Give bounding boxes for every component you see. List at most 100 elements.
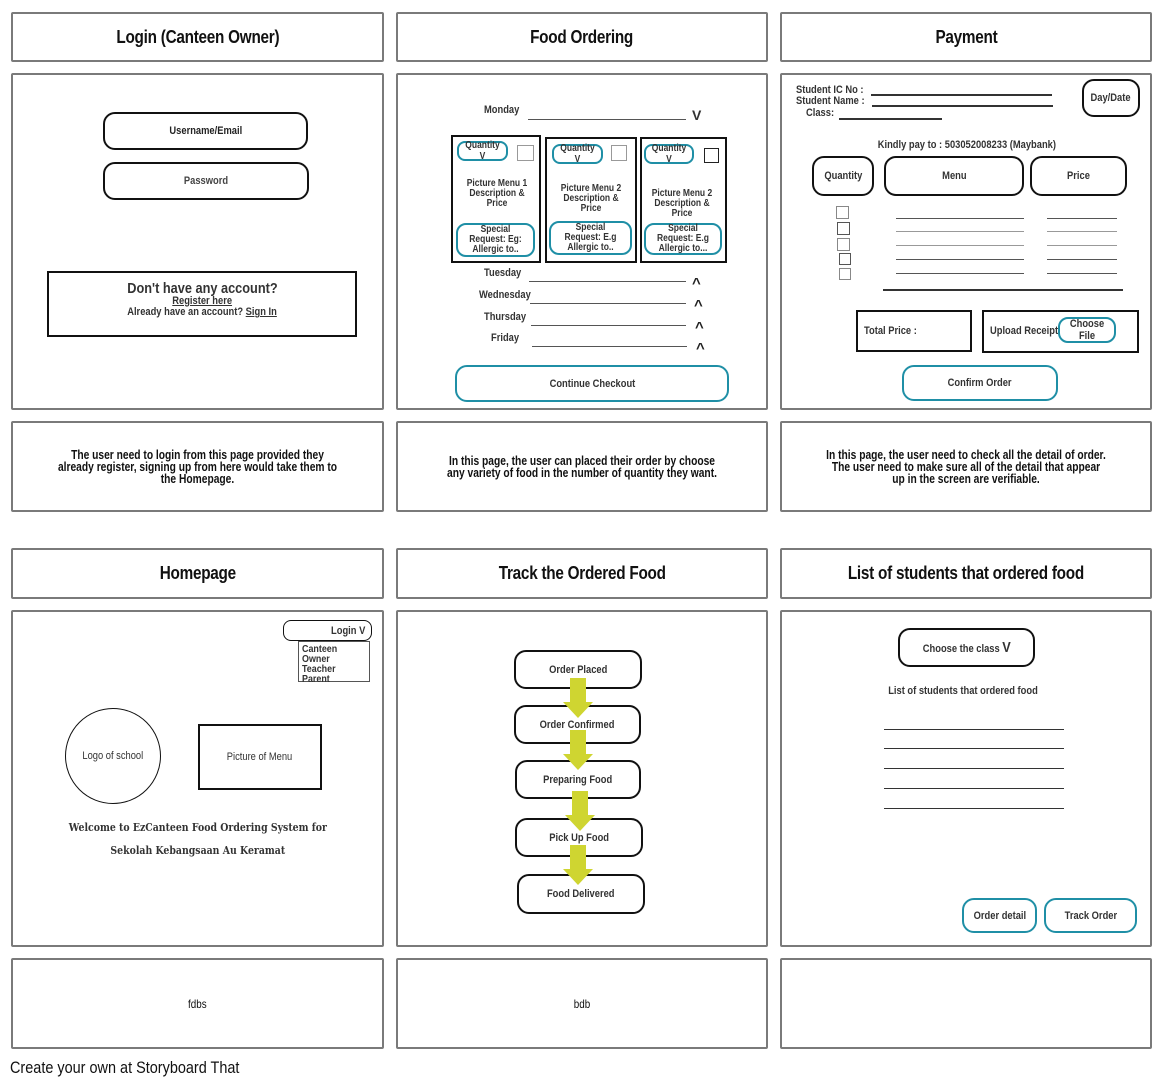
student-ic-input[interactable] — [871, 94, 1052, 96]
quantity-dropdown[interactable]: Quantity V — [457, 140, 508, 162]
order-detail-label: Order detail — [973, 909, 1026, 922]
column-header-label: Quantity — [824, 170, 862, 182]
panel-title-text: List of students that ordered food — [847, 563, 1085, 583]
special-request-placeholder: Special Request: E.g Allergic to... — [657, 223, 709, 254]
column-header-price: Price — [1030, 156, 1127, 196]
menu-checkbox[interactable] — [704, 148, 719, 163]
status-step-label: Preparing Food — [543, 773, 613, 786]
track-order-button[interactable]: Track Order — [1044, 898, 1137, 933]
no-account-text: Don't have any account? — [126, 280, 278, 297]
day-input-monday[interactable] — [528, 119, 686, 120]
password-field[interactable]: Password — [103, 162, 309, 200]
menu-description: Picture Menu 1 Description & Price — [455, 179, 539, 209]
chevron-down-icon[interactable]: V — [692, 107, 701, 123]
panel-description: In this page, the user need to check all… — [780, 421, 1152, 512]
upload-receipt-label: Upload Receipt: — [990, 325, 1062, 337]
day-input-tuesday[interactable] — [529, 281, 686, 282]
menu-row-line — [896, 218, 1024, 219]
welcome-text: Sekolah Kebangsaan Au Keramat — [110, 844, 286, 857]
login-dropdown[interactable]: Login V — [283, 620, 372, 641]
menu-row-line — [896, 245, 1024, 246]
student-name-input[interactable] — [872, 105, 1053, 107]
panel-title-text: Food Ordering — [530, 26, 634, 47]
day-label-wednesday: Wednesday — [479, 289, 531, 301]
sign-in-link[interactable]: Sign In — [246, 306, 277, 318]
arrow-down-icon — [563, 845, 593, 885]
description-text: The user need to login from this page pr… — [57, 447, 338, 486]
special-request-input[interactable]: Special Request: E.g Allergic to... — [644, 223, 722, 255]
column-header-label: Price — [1067, 170, 1090, 182]
chevron-up-icon[interactable]: ^ — [694, 297, 703, 314]
chevron-up-icon[interactable]: ^ — [695, 319, 704, 336]
arrow-down-icon — [563, 730, 593, 770]
class-dropdown-label: Choose the class — [922, 643, 1000, 655]
column-header-quantity: Quantity — [812, 156, 874, 196]
day-input-friday[interactable] — [532, 346, 687, 347]
quantity-checkbox[interactable] — [839, 253, 851, 265]
login-option-canteen-owner[interactable]: Canteen Owner — [302, 644, 356, 665]
quantity-dropdown[interactable]: Quantity V — [644, 143, 694, 165]
column-header-menu: Menu — [884, 156, 1024, 196]
day-input-thursday[interactable] — [531, 325, 686, 326]
day-label-monday: Monday — [484, 104, 520, 116]
chevron-up-icon[interactable]: ^ — [692, 275, 701, 292]
student-list-heading: List of students that ordered food — [782, 685, 1144, 697]
menu-description-text: Picture Menu 2 Description & Price — [651, 188, 713, 219]
panel-title-text: Homepage — [159, 563, 236, 583]
description-text: In this page, the user need to check all… — [826, 447, 1106, 486]
upload-receipt-box: Upload Receipt: Choose File — [982, 310, 1139, 353]
confirm-order-button[interactable]: Confirm Order — [902, 365, 1058, 401]
password-placeholder: Password — [183, 175, 229, 187]
panel-title-student-list: List of students that ordered food — [780, 548, 1152, 599]
price-row-line — [1047, 231, 1117, 232]
login-option-parent[interactable]: Parent — [302, 674, 330, 685]
panel-title-text: Track the Ordered Food — [498, 563, 666, 583]
continue-checkout-button[interactable]: Continue Checkout — [455, 365, 729, 402]
panel-description: fdbs — [11, 958, 384, 1049]
day-label-friday: Friday — [491, 332, 520, 344]
menu-checkbox[interactable] — [517, 145, 534, 161]
class-dropdown[interactable]: Choose the class V — [898, 628, 1035, 667]
arrow-down-icon — [565, 791, 595, 831]
day-date-field[interactable]: Day/Date — [1082, 79, 1140, 117]
column-header-label: Menu — [941, 170, 967, 182]
username-placeholder: Username/Email — [169, 125, 242, 137]
school-logo-label: Logo of school — [82, 750, 144, 762]
quantity-dropdown[interactable]: Quantity V — [552, 143, 603, 165]
username-field[interactable]: Username/Email — [103, 112, 308, 150]
quantity-label: Quantity V — [560, 143, 595, 165]
quantity-checkbox[interactable] — [839, 268, 851, 280]
panel-title-login: Login (Canteen Owner) — [11, 12, 384, 62]
chevron-down-icon: V — [1002, 639, 1011, 656]
panel-title-track-order: Track the Ordered Food — [396, 548, 768, 599]
welcome-line-2: Sekolah Kebangsaan Au Keramat — [13, 844, 383, 857]
panel-student-list: Choose the class V List of students that… — [780, 610, 1152, 947]
student-list-heading-text: List of students that ordered food — [888, 685, 1038, 697]
quantity-checkbox[interactable] — [837, 238, 850, 251]
special-request-input[interactable]: Special Request: E.g Allergic to.. — [549, 221, 632, 255]
continue-checkout-label: Continue Checkout — [549, 377, 635, 390]
price-row-line — [1047, 218, 1117, 219]
special-request-placeholder: Special Request: Eg: Allergic to.. — [469, 224, 522, 255]
special-request-input[interactable]: Special Request: Eg: Allergic to.. — [456, 223, 535, 257]
chevron-up-icon[interactable]: ^ — [696, 340, 705, 357]
storyboard-that-credit[interactable]: Create your own at Storyboard That — [10, 1058, 239, 1078]
panel-description: The user need to login from this page pr… — [11, 421, 384, 512]
confirm-order-label: Confirm Order — [948, 377, 1012, 389]
menu-card: Quantity V Picture Menu 1 Description & … — [451, 135, 541, 263]
menu-checkbox[interactable] — [611, 145, 627, 161]
day-input-wednesday[interactable] — [530, 303, 686, 304]
arrow-down-icon — [563, 678, 593, 718]
welcome-text: Welcome to EzCanteen Food Ordering Syste… — [68, 821, 328, 834]
menu-description: Picture Menu 2 Description & Price — [642, 189, 722, 219]
choose-file-button[interactable]: Choose File — [1058, 317, 1116, 343]
panel-title-text: Payment — [935, 26, 997, 47]
student-list-row — [884, 748, 1064, 749]
description-text: In this page, the user can placed their … — [447, 453, 717, 480]
price-row-line — [1047, 259, 1117, 260]
quantity-checkbox[interactable] — [837, 222, 850, 235]
class-label: Class: — [806, 107, 835, 119]
order-detail-button[interactable]: Order detail — [962, 898, 1037, 933]
class-input[interactable] — [839, 118, 942, 120]
quantity-checkbox[interactable] — [836, 206, 849, 219]
